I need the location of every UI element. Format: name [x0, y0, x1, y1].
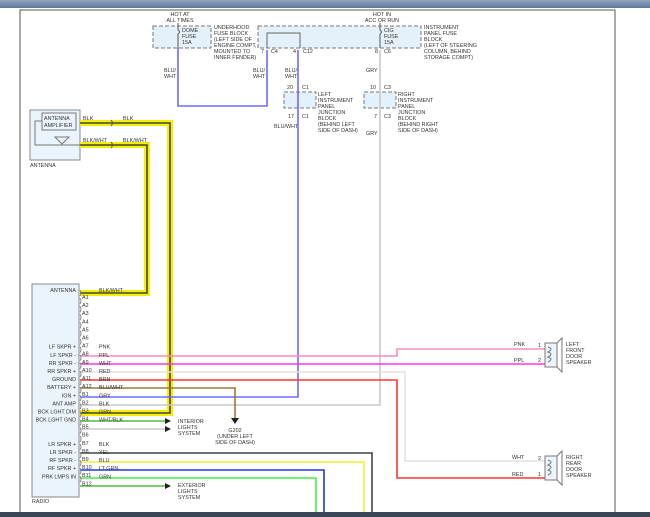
- radio-pin-number: B6: [82, 433, 89, 439]
- radio-pin-function: BATTERY +: [47, 385, 76, 391]
- wire-label: BLU/WHT: [99, 385, 124, 391]
- wire-label: RED: [99, 369, 110, 375]
- wire-label: BLK: [99, 401, 110, 407]
- diagram-frame: [19, 9, 616, 517]
- radio-pin-number: B10: [82, 465, 92, 471]
- wire-label: GRY: [99, 393, 111, 399]
- radio-pin-number: B4: [82, 417, 89, 423]
- c12-connector: C12: [303, 49, 313, 55]
- wire-label: RED: [512, 472, 523, 478]
- c3-out-pin: 7: [374, 114, 377, 120]
- radio-pin-function: LF SKPR +: [49, 345, 76, 351]
- c1-out-connector: C1: [302, 114, 309, 120]
- radio-pin-number: B1: [82, 392, 89, 398]
- radio-pin-function: RR SPKR -: [49, 361, 76, 367]
- radio-pin-number: A5: [82, 327, 89, 333]
- radio-pin-function: PRK LMPS IN: [42, 474, 76, 480]
- c4-connector: C4: [271, 49, 278, 55]
- radio-pin-function: IGN +: [62, 393, 76, 399]
- radio-pin-number: A11: [82, 376, 91, 382]
- wire-label: GRY: [366, 68, 378, 74]
- c1-out-pin: 17: [288, 114, 294, 120]
- radio-pin-number: B3: [82, 408, 89, 414]
- wire-label: BLK: [123, 116, 134, 122]
- c3-in-connector: C3: [384, 85, 391, 91]
- radio-pin-number: A1: [82, 295, 89, 301]
- wire-label: WHT: [99, 361, 112, 367]
- radio-pin-number: B5: [82, 425, 89, 431]
- wire-label: GRN: [99, 410, 111, 416]
- radio-pin-function: LF SPKR -: [50, 353, 76, 359]
- radio-pin-number: A10: [82, 368, 92, 374]
- radio-pin-function: ANTENNA: [50, 288, 76, 294]
- radio-pin-number: B2: [82, 400, 89, 406]
- radio-pin-number: A9: [82, 360, 89, 366]
- radio-pin-number: B11: [82, 473, 91, 479]
- wire-label: BLU/WHT: [285, 68, 298, 80]
- c6-connector: C6: [384, 49, 391, 55]
- speaker-pin: 1: [538, 343, 541, 349]
- radio-pin-number: A8: [82, 352, 89, 358]
- radio-pin-number: A7: [82, 344, 89, 350]
- wire-label: BLK/WHT: [83, 138, 108, 144]
- wire-label: GRY: [366, 131, 378, 137]
- wire-label: BRN: [99, 377, 110, 383]
- wire-label: PNK: [99, 345, 110, 351]
- speaker-pin: 1: [538, 472, 541, 478]
- radio-pin-function: BCK LGHT DIM: [38, 410, 77, 416]
- c3-in-pin: 10: [370, 85, 376, 91]
- wire-label: BLK: [99, 442, 110, 448]
- radio-pin-function: LR SPKR +: [48, 442, 76, 448]
- radio-pin-number: B7: [82, 441, 89, 447]
- radio-pin-function: RF SPKR -: [49, 458, 76, 464]
- radio-pin-number: B9: [82, 457, 89, 463]
- radio-label: RADIO: [32, 499, 49, 505]
- c1-in-pin: 20: [287, 85, 293, 91]
- wire-label: BLU: [99, 458, 110, 464]
- bottom-bar: [0, 512, 650, 517]
- wire-label: WHT: [512, 455, 525, 461]
- radio-pin-function: GROUND: [52, 377, 76, 383]
- radio-pin-number: A4: [82, 319, 89, 325]
- wire-label: PNK: [514, 342, 525, 348]
- radio-pin-number: A6: [82, 336, 89, 342]
- radio-pin-function: RF SPKR +: [48, 466, 76, 472]
- wire-label: BLK/WHT: [99, 288, 124, 294]
- wire-label: YEL: [99, 450, 109, 456]
- antenna-label: ANTENNA: [30, 163, 56, 169]
- radio-pin-number: A3: [82, 311, 89, 317]
- radio-pin-number: B12: [82, 481, 92, 487]
- antenna-amplifier-label: ANTENNA AMPLIFIER: [44, 116, 73, 129]
- c12-pin: 4: [293, 49, 296, 55]
- c4-pin: 7: [261, 49, 264, 55]
- wire-label: GRN: [99, 474, 111, 480]
- c3-out-connector: C3: [384, 114, 391, 120]
- wire-label: LT GRN: [99, 466, 118, 472]
- wire-label: PPL: [514, 358, 524, 364]
- speaker-pin: 2: [538, 456, 541, 462]
- wire-label: WHT/BLK: [99, 418, 123, 424]
- radio-pin-number: A2: [82, 303, 89, 309]
- wire-label: BLK: [83, 116, 94, 122]
- radio-pin-function: BCK LGHT GND: [36, 418, 76, 424]
- radio-pin-number: A12: [82, 384, 92, 390]
- c1-in-connector: C1: [302, 85, 309, 91]
- radio-wiring-diagram: HOT AT ALL TIMES HOT IN ACC OR RUN DOME FUS…: [19, 9, 616, 517]
- radio-pin-number: B8: [82, 449, 89, 455]
- c6-pin: 8: [375, 49, 378, 55]
- wire-label: BLU/WHT: [164, 68, 177, 80]
- wire-label: BLU/WHT: [274, 124, 299, 130]
- radio-pin-function: ANT AMP: [52, 401, 76, 407]
- radio-pin-function: LR SPKR -: [50, 450, 77, 456]
- wire-label: PPL: [99, 353, 109, 359]
- speaker-pin: 2: [538, 358, 541, 364]
- wire-label: BLU/WHT: [253, 68, 266, 80]
- left-ip-junction-block: [283, 91, 317, 109]
- wire-label: BLK/WHT: [123, 138, 148, 144]
- radio-pin-function: RR SPKR +: [47, 369, 76, 375]
